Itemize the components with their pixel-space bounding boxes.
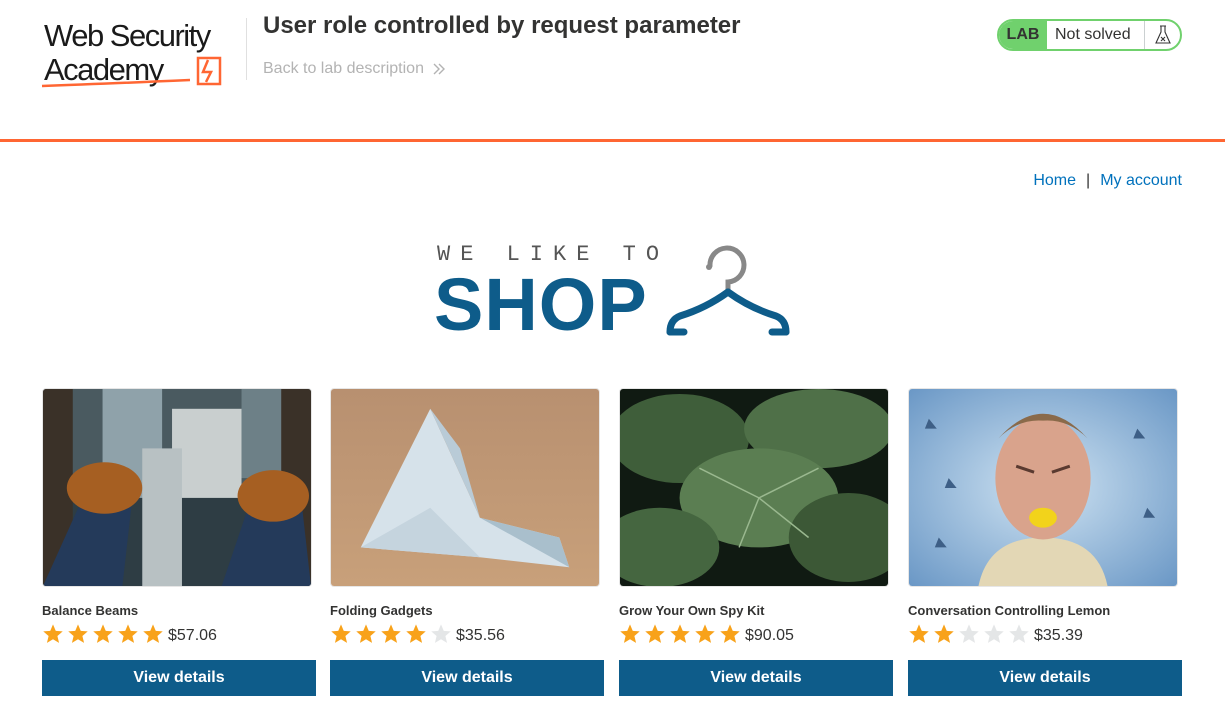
back-link-label: Back to lab description — [263, 60, 424, 77]
shop-banner: WE LIKE TO SHOP — [434, 238, 794, 346]
star-rating — [330, 623, 452, 645]
star-icon — [331, 624, 351, 643]
product-price: $35.39 — [1034, 627, 1083, 644]
lab-status-icon-box — [1144, 21, 1180, 49]
banner-title: SHOP — [434, 263, 648, 346]
product-name: Folding Gadgets — [330, 603, 433, 618]
lab-badge: LAB — [999, 21, 1047, 49]
star-icon — [43, 624, 63, 643]
star-icon — [645, 624, 665, 643]
view-details-button[interactable]: View details — [619, 660, 893, 696]
product-card: Balance Beams $57.06 View details — [42, 388, 316, 696]
star-icon — [1009, 624, 1029, 643]
home-link[interactable]: Home — [1033, 172, 1076, 190]
flask-icon — [1154, 25, 1171, 44]
back-to-lab-description-link[interactable]: Back to lab description — [263, 60, 446, 78]
product-name: Grow Your Own Spy Kit — [619, 603, 765, 618]
star-icon — [356, 624, 376, 643]
product-price: $35.56 — [456, 627, 505, 644]
lab-status-text: Not solved — [1055, 26, 1131, 43]
star-icon — [670, 624, 690, 643]
product-rating: $35.56 — [330, 622, 604, 646]
product-image-grow-your-own-spy-kit — [619, 388, 889, 587]
star-icon — [695, 624, 715, 643]
product-image-conversation-controlling-lemon — [908, 388, 1178, 587]
product-card: Conversation Controlling Lemon $35.39 Vi… — [908, 388, 1182, 696]
logo-divider — [246, 18, 247, 80]
product-rating: $57.06 — [42, 622, 316, 646]
product-card: Folding Gadgets $35.56 View details — [330, 388, 604, 696]
product-image-folding-gadgets — [330, 388, 600, 587]
my-account-link[interactable]: My account — [1100, 172, 1182, 190]
star-icon — [909, 624, 929, 643]
star-icon — [406, 624, 426, 643]
star-icon — [984, 624, 1004, 643]
star-icon — [118, 624, 138, 643]
nav-separator: | — [1086, 172, 1091, 189]
star-icon — [720, 624, 740, 643]
view-details-button[interactable]: View details — [908, 660, 1182, 696]
star-icon — [934, 624, 954, 643]
star-icon — [143, 624, 163, 643]
top-navigation: Home | My account — [1033, 172, 1182, 190]
hanger-icon — [666, 245, 790, 336]
star-rating — [619, 623, 741, 645]
star-icon — [68, 624, 88, 643]
product-rating: $90.05 — [619, 622, 893, 646]
product-name: Conversation Controlling Lemon — [908, 603, 1111, 618]
logo-line1: Web Security — [44, 18, 212, 53]
product-price: $90.05 — [745, 627, 794, 644]
star-rating — [42, 623, 164, 645]
view-details-button[interactable]: View details — [42, 660, 316, 696]
star-icon — [959, 624, 979, 643]
web-security-academy-logo[interactable]: Web Security Academy — [40, 14, 246, 92]
product-image-balance-beams — [42, 388, 312, 587]
product-rating: $35.39 — [908, 622, 1182, 646]
view-details-button[interactable]: View details — [330, 660, 604, 696]
star-rating — [908, 623, 1030, 645]
lab-title: User role controlled by request paramete… — [263, 12, 741, 39]
product-price: $57.06 — [168, 627, 217, 644]
star-icon — [93, 624, 113, 643]
product-card: Grow Your Own Spy Kit $90.05 View detail… — [619, 388, 893, 696]
double-chevron-right-icon — [433, 63, 445, 75]
star-icon — [381, 624, 401, 643]
product-name: Balance Beams — [42, 603, 139, 618]
star-icon — [431, 624, 451, 643]
lab-status-widget: LAB Not solved — [997, 19, 1182, 51]
academy-header: Web Security Academy User role controlle… — [0, 0, 1225, 142]
star-icon — [620, 624, 640, 643]
